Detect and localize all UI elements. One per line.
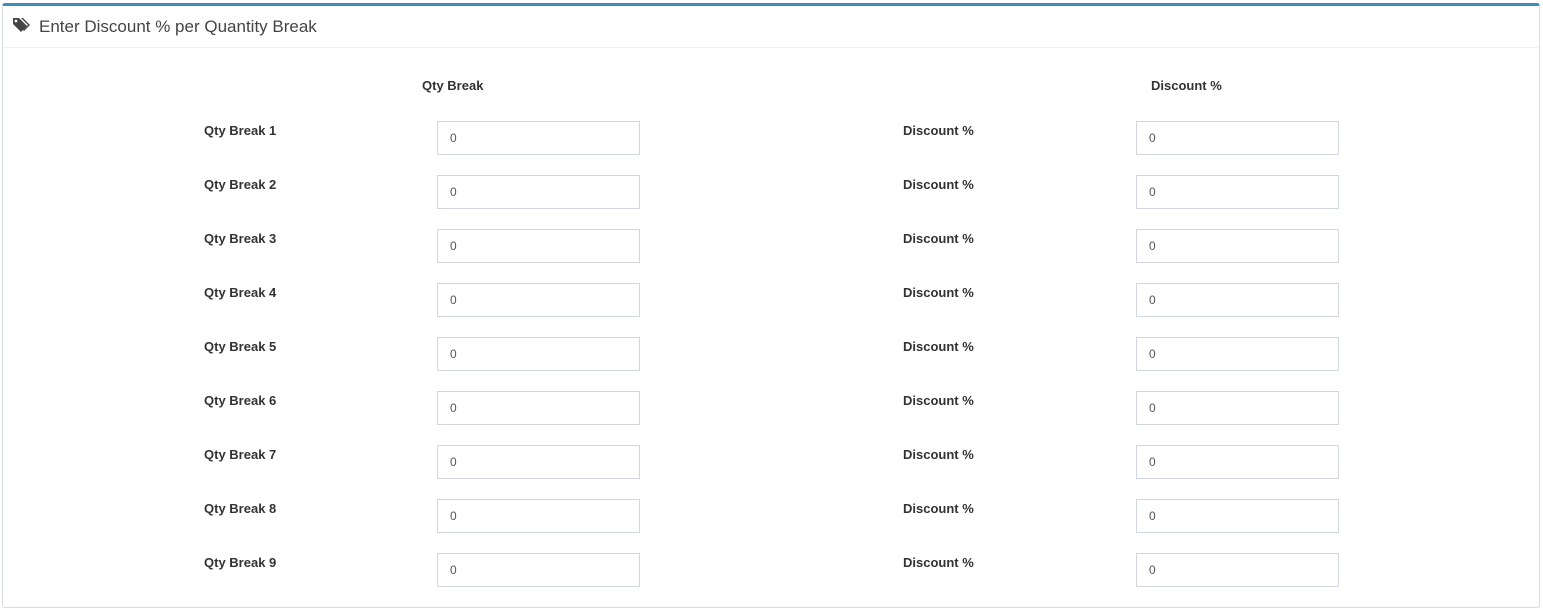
qty-break-label: Qty Break 3	[204, 231, 277, 246]
discount-percent-input[interactable]	[1136, 499, 1339, 533]
qty-break-label: Qty Break 2	[204, 177, 277, 192]
qty-break-input[interactable]	[437, 175, 640, 209]
qty-break-input[interactable]	[437, 283, 640, 317]
discount-label: Discount %	[903, 393, 974, 408]
qty-break-input[interactable]	[437, 121, 640, 155]
qty-break-input[interactable]	[437, 499, 640, 533]
discount-percent-input[interactable]	[1136, 553, 1339, 587]
discount-percent-input[interactable]	[1136, 391, 1339, 425]
discount-panel: Enter Discount % per Quantity Break Qty …	[2, 3, 1540, 608]
panel-title: Enter Discount % per Quantity Break	[39, 17, 317, 36]
qty-break-input[interactable]	[437, 229, 640, 263]
discount-column-header: Discount %	[1151, 78, 1222, 93]
discount-label: Discount %	[903, 285, 974, 300]
discount-label: Discount %	[903, 339, 974, 354]
qty-break-label: Qty Break 4	[204, 285, 277, 300]
discount-percent-input[interactable]	[1136, 229, 1339, 263]
discount-label: Discount %	[903, 231, 974, 246]
discount-label: Discount %	[903, 501, 974, 516]
discount-percent-input[interactable]	[1136, 121, 1339, 155]
qty-break-input[interactable]	[437, 337, 640, 371]
qty-break-column-header: Qty Break	[422, 78, 484, 93]
discount-percent-input[interactable]	[1136, 337, 1339, 371]
qty-break-label: Qty Break 1	[204, 123, 277, 138]
qty-break-label: Qty Break 9	[204, 555, 277, 570]
discount-percent-input[interactable]	[1136, 445, 1339, 479]
panel-header: Enter Discount % per Quantity Break	[3, 6, 1539, 48]
qty-break-label: Qty Break 8	[204, 501, 277, 516]
discount-label: Discount %	[903, 555, 974, 570]
qty-break-input[interactable]	[437, 391, 640, 425]
discount-percent-input[interactable]	[1136, 175, 1339, 209]
qty-break-label: Qty Break 5	[204, 339, 277, 354]
tags-icon	[12, 16, 32, 34]
qty-break-label: Qty Break 6	[204, 393, 277, 408]
discount-label: Discount %	[903, 447, 974, 462]
qty-break-label: Qty Break 7	[204, 447, 277, 462]
qty-break-input[interactable]	[437, 553, 640, 587]
qty-break-input[interactable]	[437, 445, 640, 479]
discount-label: Discount %	[903, 177, 974, 192]
discount-percent-input[interactable]	[1136, 283, 1339, 317]
discount-label: Discount %	[903, 123, 974, 138]
